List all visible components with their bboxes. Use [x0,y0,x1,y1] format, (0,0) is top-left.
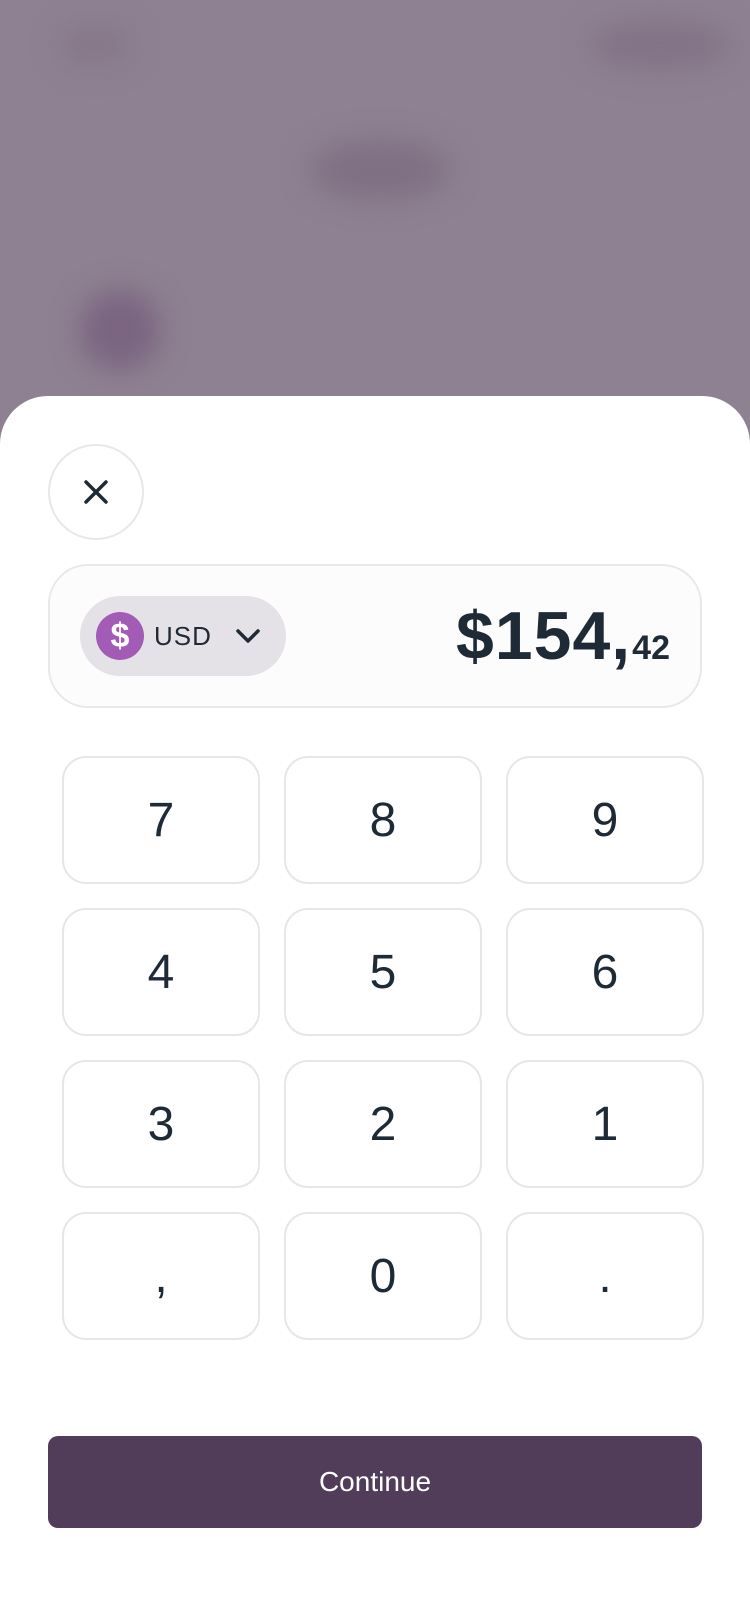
key-1[interactable]: 1 [506,1060,704,1188]
key-9[interactable]: 9 [506,756,704,884]
amount-separator: , [611,598,631,674]
close-icon [84,480,108,504]
close-button[interactable] [48,444,144,540]
amount-card: $ USD $154 , 42 [48,564,702,708]
currency-selector[interactable]: $ USD [80,596,286,676]
continue-button[interactable]: Continue [48,1436,702,1528]
key-2[interactable]: 2 [284,1060,482,1188]
dollar-icon: $ [96,612,144,660]
key-3[interactable]: 3 [62,1060,260,1188]
blurred-shape [310,140,450,200]
key-5[interactable]: 5 [284,908,482,1036]
amount-display: $154 , 42 [456,596,670,676]
amount-decimals: 42 [632,629,670,667]
key-7[interactable]: 7 [62,756,260,884]
key-period[interactable]: . [506,1212,704,1340]
blurred-background [0,0,750,420]
blurred-shape [60,25,130,65]
key-6[interactable]: 6 [506,908,704,1036]
key-comma[interactable]: , [62,1212,260,1340]
blurred-shape [590,20,730,70]
currency-code: USD [154,620,212,651]
amount-integer: $154 [455,598,612,674]
key-0[interactable]: 0 [284,1212,482,1340]
key-8[interactable]: 8 [284,756,482,884]
chevron-down-icon [236,629,260,643]
amount-bottom-sheet: $ USD $154 , 42 7 8 9 4 5 6 3 2 1 , 0 . … [0,396,750,1624]
key-4[interactable]: 4 [62,908,260,1036]
numeric-keypad: 7 8 9 4 5 6 3 2 1 , 0 . [62,756,704,1340]
blurred-shape [80,290,160,370]
